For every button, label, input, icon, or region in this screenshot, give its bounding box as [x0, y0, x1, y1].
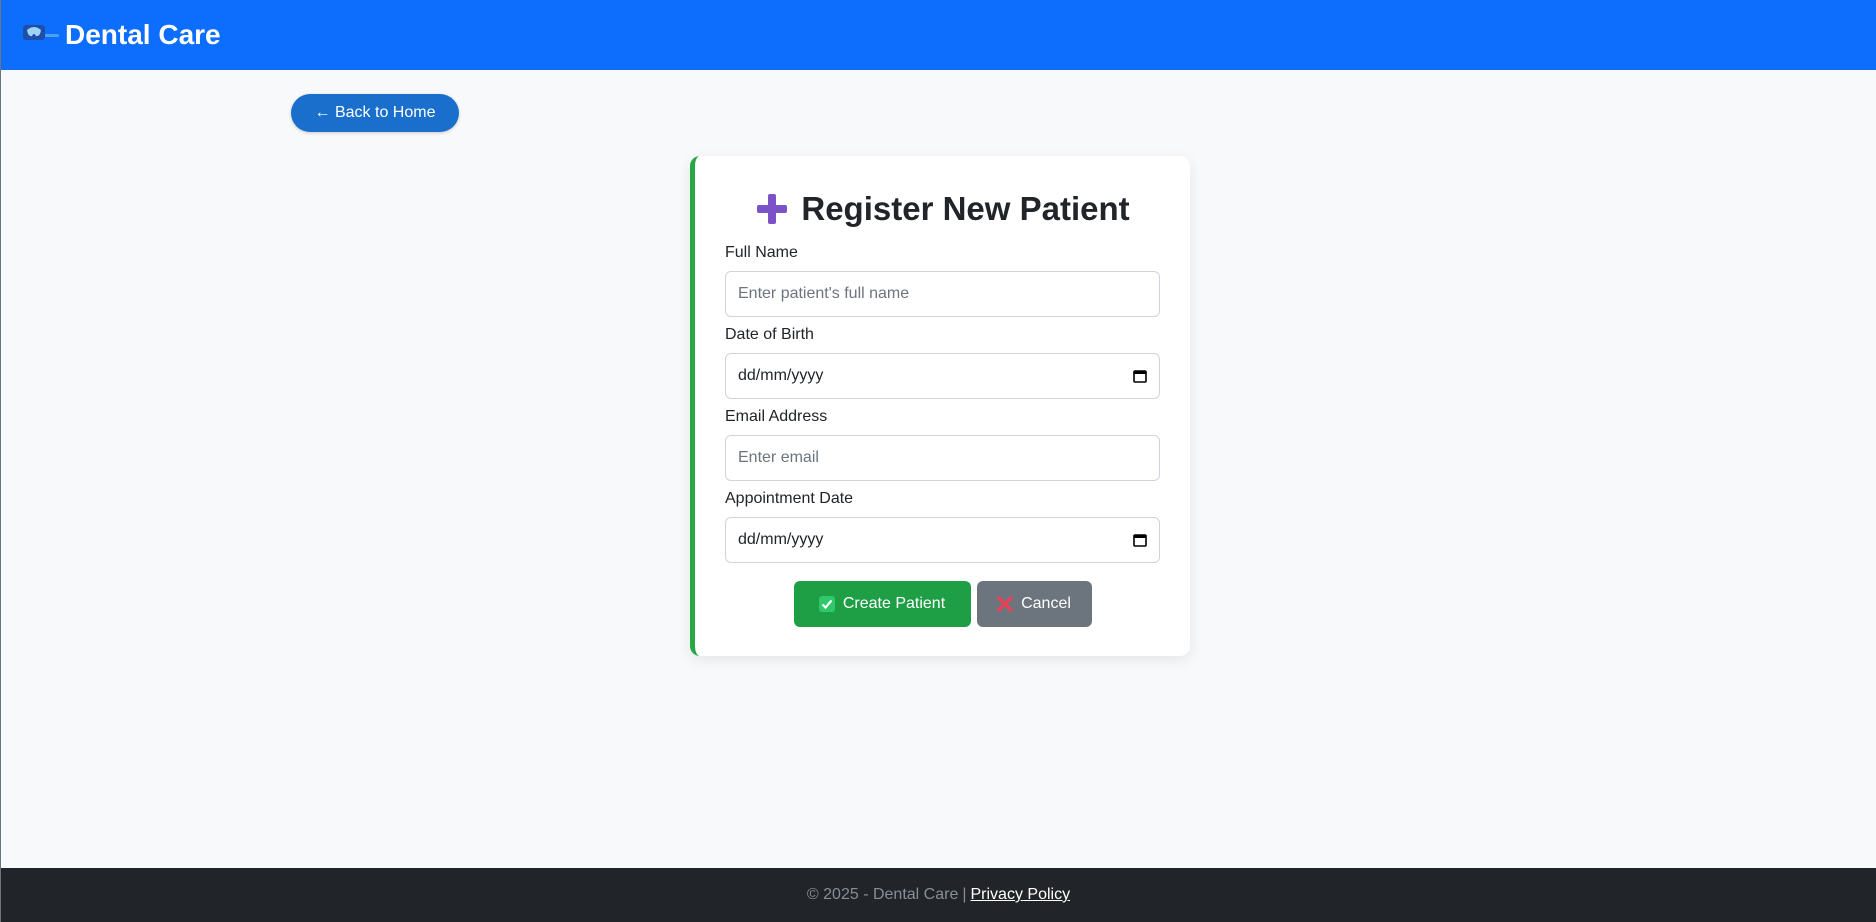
back-to-home-button[interactable]: ← Back to Home	[291, 94, 459, 132]
footer-copyright: © 2025 - Dental Care	[806, 886, 959, 903]
appointment-date-value: dd/mm/yyyy	[738, 531, 824, 548]
email-label: Email Address	[725, 408, 828, 425]
full-name-group: Full Name	[725, 242, 1160, 317]
dob-group: Date of Birth dd/mm/yyyy	[725, 324, 1160, 399]
email-group: Email Address	[725, 406, 1160, 481]
brand-link[interactable]: Dental Care	[21, 19, 221, 51]
close-icon	[997, 596, 1013, 612]
footer-separator: |	[962, 886, 967, 903]
navbar: Dental Care	[1, 0, 1876, 70]
dob-value: dd/mm/yyyy	[738, 367, 824, 384]
calendar-icon[interactable]	[1133, 369, 1147, 383]
dob-label: Date of Birth	[725, 326, 814, 343]
full-name-label: Full Name	[725, 244, 798, 261]
form-actions: Create Patient Cancel	[725, 581, 1160, 627]
tooth-logo-icon	[23, 25, 59, 40]
dob-input[interactable]: dd/mm/yyyy	[725, 353, 1160, 399]
check-icon	[818, 596, 835, 612]
calendar-icon[interactable]	[1133, 533, 1147, 547]
footer: © 2025 - Dental Care | Privacy Policy	[1, 868, 1876, 922]
patient-form: Full Name Date of Birth dd/mm/yyyy Email…	[725, 242, 1160, 627]
appointment-label: Appointment Date	[725, 490, 854, 507]
page-title: Register New Patient	[801, 190, 1130, 227]
plus-icon	[757, 194, 788, 224]
page: Dental Care ← Back to Home Register New …	[0, 0, 1876, 922]
create-patient-label: Create Patient	[842, 595, 946, 612]
appointment-group: Appointment Date dd/mm/yyyy	[725, 488, 1160, 563]
cancel-button[interactable]: Cancel	[976, 581, 1092, 627]
full-name-input[interactable]	[725, 271, 1160, 317]
privacy-policy-link[interactable]: Privacy Policy	[971, 886, 1071, 904]
card-header: Register New Patient	[725, 186, 1160, 232]
create-patient-button[interactable]: Create Patient	[793, 581, 971, 627]
cancel-label: Cancel	[1021, 595, 1071, 612]
brand-name: Dental Care	[65, 19, 221, 50]
email-input[interactable]	[725, 435, 1160, 481]
appointment-date-input[interactable]: dd/mm/yyyy	[725, 517, 1160, 563]
register-patient-card: Register New Patient Full Name Date of B…	[690, 156, 1190, 656]
